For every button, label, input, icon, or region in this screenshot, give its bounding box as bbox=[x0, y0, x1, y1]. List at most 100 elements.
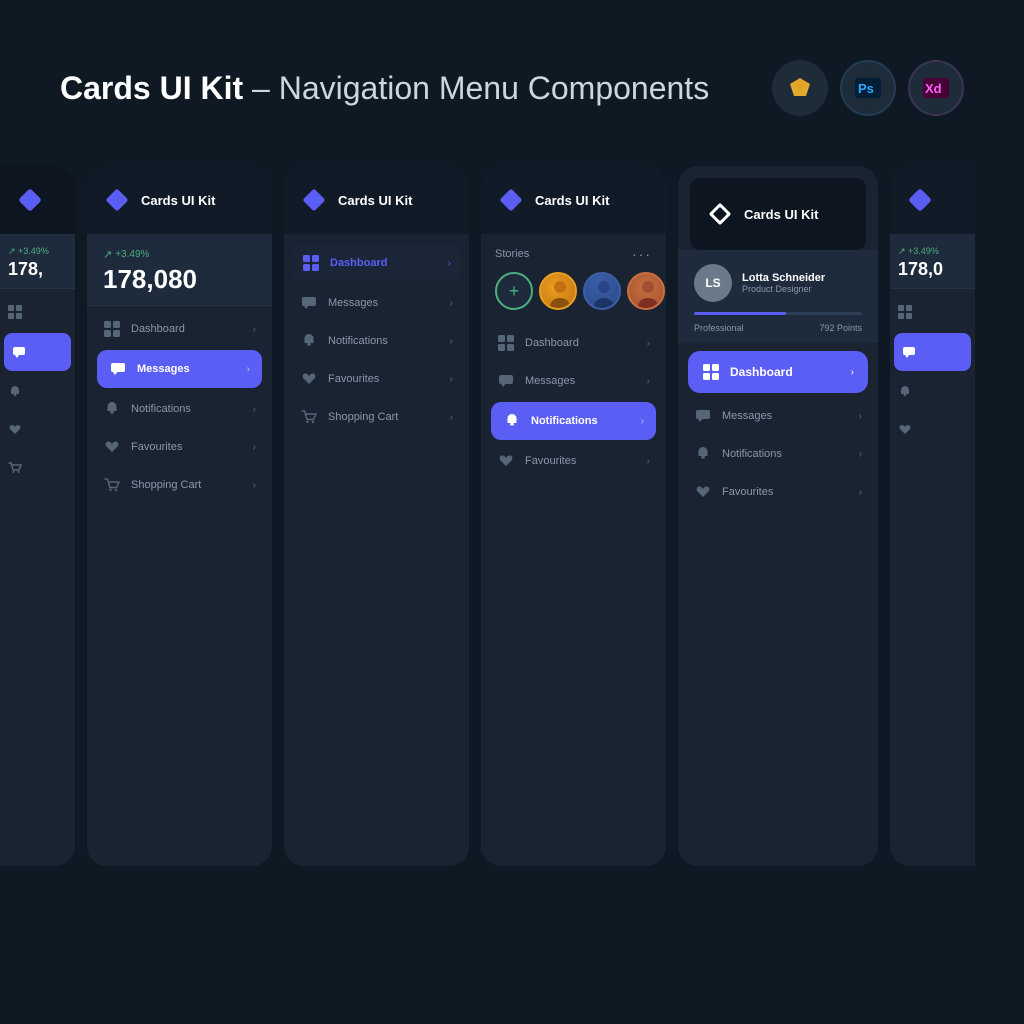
card-4-stories: Stories ··· + bbox=[481, 234, 666, 320]
card-2-stat-pct: ↗ +3.49% bbox=[103, 248, 256, 261]
story-3[interactable] bbox=[627, 272, 665, 310]
notifications-icon-3 bbox=[300, 332, 318, 350]
nav-favourites-4-label: Favourites bbox=[525, 455, 637, 467]
svg-text:Ps: Ps bbox=[858, 81, 874, 96]
favourites-icon-3 bbox=[300, 370, 318, 388]
nav-notifications-5-chevron: › bbox=[859, 449, 862, 460]
nav-notifications-4-label: Notifications bbox=[531, 415, 631, 427]
profile-role: Product Designer bbox=[742, 284, 825, 294]
nav-dashboard-4[interactable]: Dashboard › bbox=[481, 324, 666, 362]
nav-favourites-4[interactable]: Favourites › bbox=[481, 442, 666, 480]
card-panel-4: Cards UI Kit Stories ··· + bbox=[481, 166, 666, 866]
nav-messages-2[interactable]: Messages › bbox=[97, 350, 262, 388]
progress-label-right: 792 Points bbox=[819, 323, 862, 333]
stories-row: + bbox=[495, 272, 652, 310]
svg-text:Xd: Xd bbox=[925, 81, 942, 96]
card-5-profile: LS Lotta Schneider Product Designer Prof… bbox=[678, 250, 878, 343]
nav-dashboard-6[interactable] bbox=[890, 293, 975, 331]
messages-icon-6 bbox=[900, 343, 918, 361]
card-5-title: Cards UI Kit bbox=[744, 207, 818, 222]
nav-favourites-6[interactable] bbox=[890, 411, 975, 449]
nav-notifications-4[interactable]: Notifications › bbox=[491, 402, 656, 440]
nav-favourites-3[interactable]: Favourites › bbox=[284, 360, 469, 398]
nav-notifications-3-label: Notifications bbox=[328, 335, 440, 347]
nav-favourites-1[interactable] bbox=[0, 411, 75, 449]
favourites-icon-2 bbox=[103, 438, 121, 456]
story-1[interactable] bbox=[539, 272, 577, 310]
nav-cart-3-label: Shopping Cart bbox=[328, 411, 440, 423]
card-5-logo: Cards UI Kit bbox=[690, 178, 866, 250]
messages-icon-1 bbox=[10, 343, 28, 361]
story-add[interactable]: + bbox=[495, 272, 533, 310]
messages-icon-4 bbox=[497, 372, 515, 390]
profile-avatar: LS bbox=[694, 264, 732, 302]
nav-cart-1[interactable] bbox=[0, 449, 75, 487]
favourites-icon-5 bbox=[694, 483, 712, 501]
favourites-icon-1 bbox=[6, 421, 24, 439]
nav-messages-5-label: Messages bbox=[722, 410, 849, 422]
nav-notifications-2-label: Notifications bbox=[131, 403, 243, 415]
cart-icon-3 bbox=[300, 408, 318, 426]
nav-cart-3[interactable]: Shopping Cart › bbox=[284, 398, 469, 436]
card-2-title: Cards UI Kit bbox=[141, 193, 215, 208]
nav-notifications-5[interactable]: Notifications › bbox=[678, 435, 878, 473]
nav-messages-1[interactable] bbox=[4, 333, 71, 371]
card-3-nav: Dashboard › Messages › Notifications › bbox=[284, 234, 469, 866]
nav-favourites-3-label: Favourites bbox=[328, 373, 440, 385]
nav-favourites-3-chevron: › bbox=[450, 374, 453, 385]
nav-notifications-3-chevron: › bbox=[450, 336, 453, 347]
nav-favourites-2-label: Favourites bbox=[131, 441, 243, 453]
nav-dashboard-3[interactable]: Dashboard › bbox=[292, 244, 461, 282]
nav-notifications-1[interactable] bbox=[0, 373, 75, 411]
progress-bar-bg bbox=[694, 312, 862, 315]
nav-messages-4[interactable]: Messages › bbox=[481, 362, 666, 400]
nav-dashboard-5-label: Dashboard bbox=[730, 365, 841, 379]
nav-favourites-5-label: Favourites bbox=[722, 486, 849, 498]
nav-messages-6[interactable] bbox=[894, 333, 971, 371]
nav-messages-5[interactable]: Messages › bbox=[678, 397, 878, 435]
card-6-logo bbox=[890, 166, 975, 234]
nav-notifications-2-chevron: › bbox=[253, 404, 256, 415]
card-4-logo: Cards UI Kit bbox=[481, 166, 666, 234]
messages-icon-3 bbox=[300, 294, 318, 312]
card-2-logo: Cards UI Kit bbox=[87, 166, 272, 234]
nav-dashboard-5[interactable]: Dashboard › bbox=[688, 351, 868, 393]
card-2-stats: ↗ +3.49% 178,080 bbox=[87, 234, 272, 306]
story-2[interactable] bbox=[583, 272, 621, 310]
nav-notifications-4-chevron: › bbox=[641, 416, 644, 427]
progress-labels: Professional 792 Points bbox=[694, 323, 862, 333]
nav-dashboard-2[interactable]: Dashboard › bbox=[87, 310, 272, 348]
card-1-logo bbox=[0, 166, 75, 234]
messages-icon-5 bbox=[694, 407, 712, 425]
card-2-nav: Dashboard › Messages › Notifications › bbox=[87, 306, 272, 866]
card-6-nav bbox=[890, 289, 975, 866]
nav-notifications-3[interactable]: Notifications › bbox=[284, 322, 469, 360]
nav-cart-2-label: Shopping Cart bbox=[131, 479, 243, 491]
nav-messages-3[interactable]: Messages › bbox=[284, 284, 469, 322]
nav-dashboard-1[interactable] bbox=[0, 293, 75, 331]
nav-favourites-2[interactable]: Favourites › bbox=[87, 428, 272, 466]
notifications-icon-2 bbox=[103, 400, 121, 418]
nav-dashboard-2-chevron: › bbox=[253, 324, 256, 335]
card-4-nav: Dashboard › Messages › Notifications › bbox=[481, 320, 666, 866]
nav-dashboard-2-label: Dashboard bbox=[131, 323, 243, 335]
progress-label-left: Professional bbox=[694, 323, 744, 333]
card-2-stat-num: 178,080 bbox=[103, 264, 256, 295]
profile-name: Lotta Schneider bbox=[742, 272, 825, 284]
nav-messages-2-chevron: › bbox=[247, 364, 250, 375]
nav-favourites-2-chevron: › bbox=[253, 442, 256, 453]
card-panel-6: ↗ +3.49% 178,0 bbox=[890, 166, 975, 866]
nav-cart-2[interactable]: Shopping Cart › bbox=[87, 466, 272, 504]
nav-messages-4-label: Messages bbox=[525, 375, 637, 387]
nav-dashboard-4-label: Dashboard bbox=[525, 337, 637, 349]
stories-more-icon[interactable]: ··· bbox=[632, 246, 652, 262]
nav-notifications-2[interactable]: Notifications › bbox=[87, 390, 272, 428]
card-3-title: Cards UI Kit bbox=[338, 193, 412, 208]
notifications-icon-5 bbox=[694, 445, 712, 463]
nav-dashboard-5-chevron: › bbox=[851, 367, 854, 378]
card-4-title: Cards UI Kit bbox=[535, 193, 609, 208]
nav-notifications-6[interactable] bbox=[890, 373, 975, 411]
nav-favourites-5[interactable]: Favourites › bbox=[678, 473, 878, 511]
nav-messages-5-chevron: › bbox=[859, 411, 862, 422]
card-1-nav bbox=[0, 289, 75, 866]
